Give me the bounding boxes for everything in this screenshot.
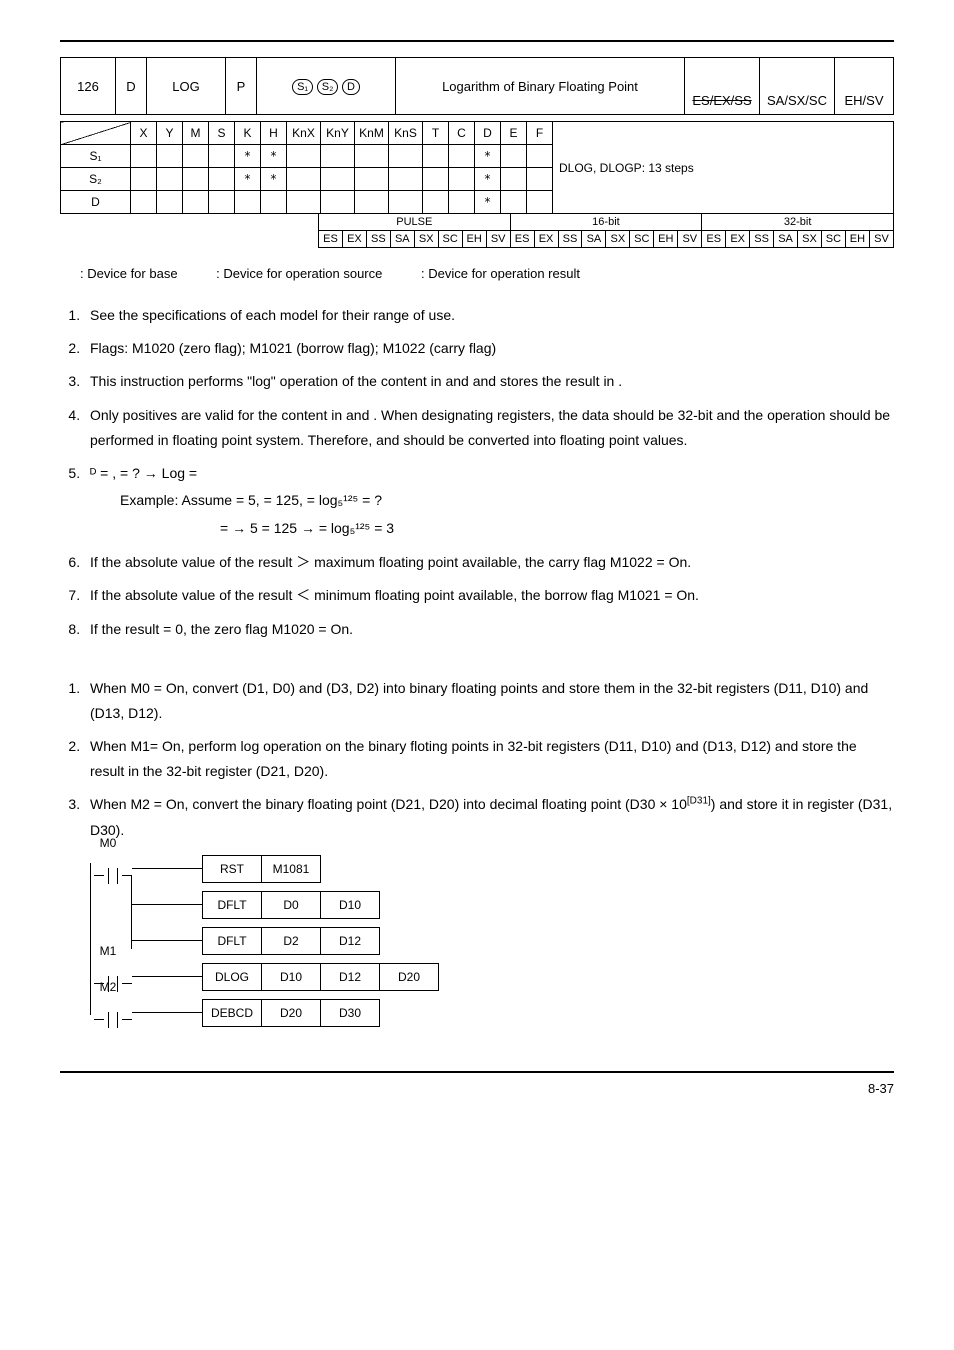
mtx-row-label: D [61, 191, 131, 214]
list-item: When M0 = On, convert (D1, D0) and (D3, … [84, 676, 894, 726]
contact-label: M0 [94, 836, 122, 850]
page-footer: 8-37 [60, 1071, 894, 1096]
device-base: : Device for base [80, 266, 178, 281]
list-item: If the absolute value of the result ＞ ma… [84, 550, 894, 575]
list-item: When M1= On, perform log operation on th… [84, 734, 894, 784]
mtx-hdr: H [261, 122, 287, 145]
op-s1: S₁ [292, 79, 313, 95]
ctrl-2: SA/SX/SC [760, 86, 835, 115]
mtx-hdr: Y [157, 122, 183, 145]
mtx-hdr: K [235, 122, 261, 145]
program-3-text: When M2 = On, convert the binary floatin… [90, 796, 892, 837]
mtx-hdr: S [209, 122, 235, 145]
diag-cell [61, 122, 131, 145]
pulse-hdr: PULSE [319, 214, 511, 231]
mtx-hdr: T [423, 122, 449, 145]
ctrl-spacer-3 [835, 58, 894, 87]
item5-result: = → 5 = 125 → = log₅¹²⁵ = 3 [220, 514, 894, 542]
p-flag: P [226, 58, 257, 115]
steps-cell: DLOG, DLOGP: 13 steps [553, 122, 894, 214]
mtx-hdr: KnY [321, 122, 355, 145]
pulse-hdr: 16-bit [510, 214, 702, 231]
mtx-row-label: S₁ [61, 145, 131, 168]
contact-label: M1 [94, 944, 122, 958]
ladder-diagram: M0 RST M1081 DFLT D0 D10 DFLT D2 D12 M1 [90, 851, 894, 1031]
list-item: If the absolute value of the result ＜ mi… [84, 583, 894, 608]
op-s2: S₂ [317, 79, 339, 95]
list-item: When M2 = On, convert the binary floatin… [84, 792, 894, 842]
ctrl-1: ES/EX/SS [685, 86, 760, 115]
ctrl-spacer-2 [760, 58, 835, 87]
mtx-hdr: KnS [389, 122, 423, 145]
mnemonic: LOG [147, 58, 226, 115]
list-item: If the result = 0, the zero flag M1020 =… [84, 617, 894, 642]
instr-box: DFLT D0 D10 [202, 891, 380, 919]
item5-line1: ᴰ = , = ? → Log = [90, 465, 197, 481]
list-item: Only positives are valid for the content… [84, 403, 894, 453]
pulse-hdr: 32-bit [702, 214, 894, 231]
mtx-hdr: D [475, 122, 501, 145]
mtx-hdr: C [449, 122, 475, 145]
mtx-hdr: KnM [355, 122, 389, 145]
list-item: See the specifications of each model for… [84, 303, 894, 328]
device-result: : Device for operation result [421, 266, 580, 281]
instr-box: DFLT D2 D12 [202, 927, 380, 955]
op-d: D [342, 79, 360, 95]
list-item: Flags: M1020 (zero flag); M1021 (borrow … [84, 336, 894, 361]
mtx-hdr: F [527, 122, 553, 145]
list-item: ᴰ = , = ? → Log = Example: Assume = 5, =… [84, 461, 894, 542]
ctrl-spacer-1 [685, 58, 760, 87]
mtx-row-label: S₂ [61, 168, 131, 191]
operands-cell: S₁ S₂ D [257, 58, 396, 115]
mtx-hdr: E [501, 122, 527, 145]
instr-box: DLOG D10 D12 D20 [202, 963, 439, 991]
d-flag: D [116, 58, 147, 115]
function-desc: Logarithm of Binary Floating Point [396, 58, 685, 115]
api-num: 126 [61, 58, 116, 115]
contact-label: M2 [94, 980, 122, 994]
mtx-hdr: M [183, 122, 209, 145]
list-item: This instruction performs "log" operatio… [84, 369, 894, 394]
instr-box: RST M1081 [202, 855, 321, 883]
item5-example: Example: Assume = 5, = 125, = log₅¹²⁵ = … [120, 486, 894, 514]
mtx-hdr: X [131, 122, 157, 145]
mtx-hdr: KnX [287, 122, 321, 145]
ctrl-3: EH/SV [835, 86, 894, 115]
device-source: : Device for operation source [216, 266, 382, 281]
contact-icon [94, 864, 132, 888]
device-line: : Device for base : Device for operation… [80, 266, 894, 281]
instr-box: DEBCD D20 D30 [202, 999, 380, 1027]
contact-icon [94, 1008, 132, 1032]
